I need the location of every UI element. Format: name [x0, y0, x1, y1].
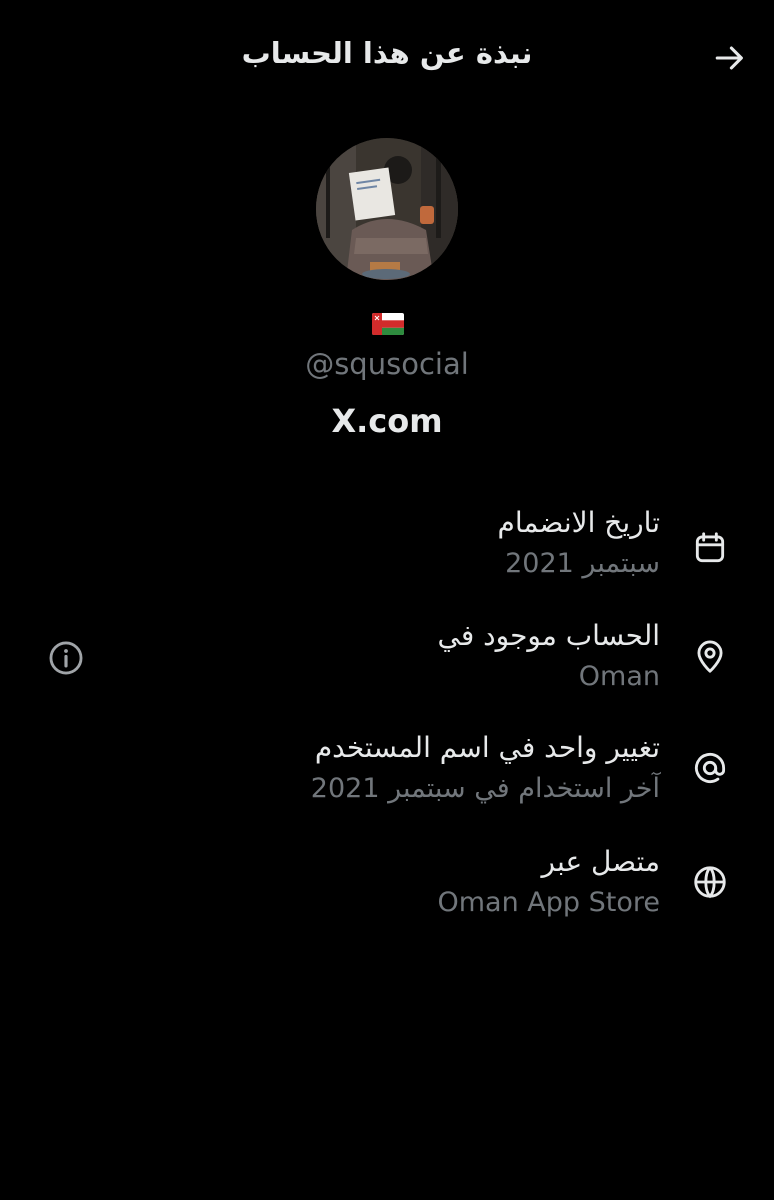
- at-sign-icon: [690, 748, 730, 788]
- detail-title: الحساب موجود في: [437, 619, 660, 652]
- detail-value: سبتمبر 2021: [505, 548, 660, 579]
- globe-icon: [690, 862, 730, 902]
- detail-location: الحساب موجود في Oman: [0, 619, 774, 709]
- avatar-photo: [316, 138, 458, 280]
- profile-handle: @squsocial: [305, 347, 469, 381]
- detail-connected-via: متصل عبر Oman App Store: [0, 845, 774, 935]
- detail-title: تاريخ الانضمام: [497, 506, 661, 539]
- page-title: نبذة عن هذا الحساب: [241, 36, 533, 70]
- detail-username-changes: تغيير واحد في اسم المستخدم آخر استخدام ف…: [0, 731, 774, 821]
- location-info-button[interactable]: [46, 638, 86, 678]
- header-bar: نبذة عن هذا الحساب: [0, 0, 774, 112]
- detail-value: Oman App Store: [437, 887, 661, 918]
- site-label: X.com: [331, 402, 443, 440]
- oman-flag-icon: [372, 313, 404, 335]
- detail-joined: تاريخ الانضمام سبتمبر 2021: [0, 506, 774, 596]
- detail-value: Oman: [578, 661, 660, 692]
- avatar[interactable]: [316, 138, 458, 280]
- detail-title: تغيير واحد في اسم المستخدم: [314, 731, 660, 764]
- info-icon: [49, 641, 83, 675]
- calendar-icon: [690, 528, 730, 568]
- location-pin-icon: [690, 637, 730, 677]
- detail-title: متصل عبر: [541, 845, 660, 878]
- detail-value: آخر استخدام في سبتمبر 2021: [310, 773, 660, 804]
